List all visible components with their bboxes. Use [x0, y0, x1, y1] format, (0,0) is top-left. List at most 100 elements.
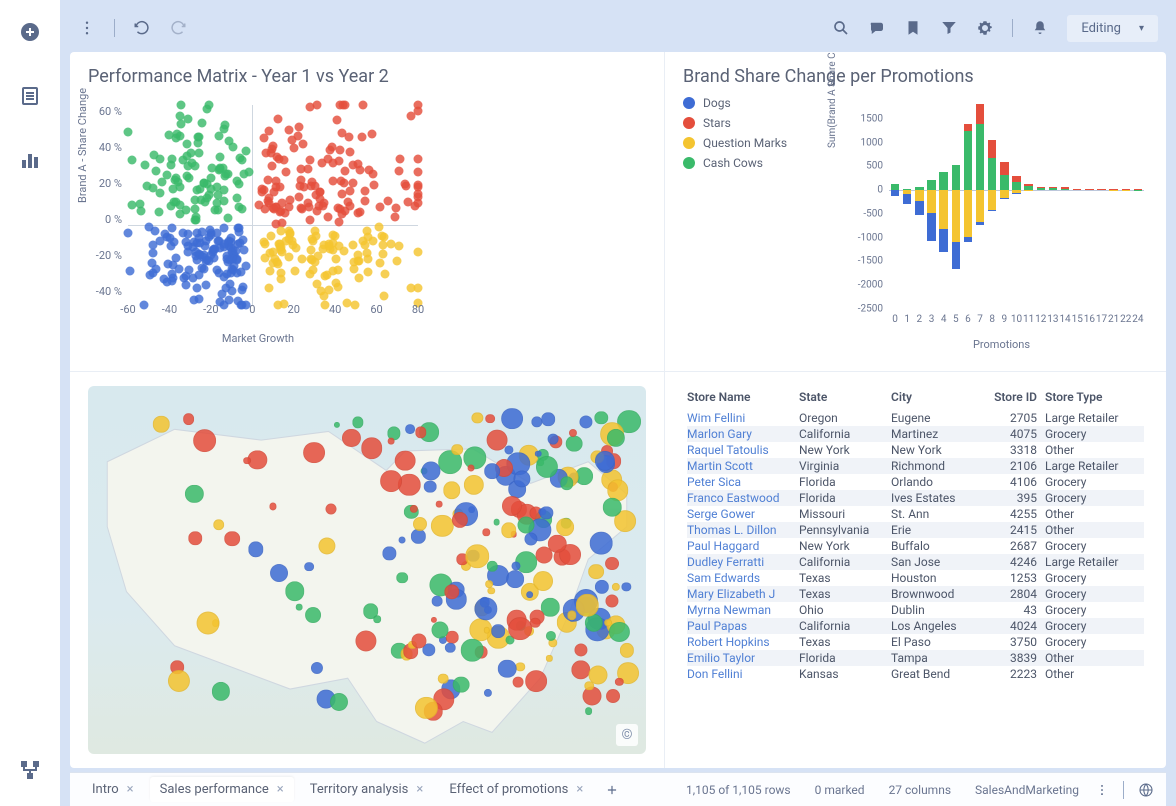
scatter-point[interactable] [308, 255, 317, 264]
scatter-point[interactable] [214, 131, 223, 140]
bar-segment[interactable] [1037, 187, 1046, 188]
bar-panel[interactable]: Brand Share Change per Promotions DogsSt… [665, 52, 1166, 372]
scatter-point[interactable] [233, 223, 242, 232]
scatter-point[interactable] [295, 181, 304, 190]
scatter-point[interactable] [216, 153, 225, 162]
scatter-point[interactable] [394, 167, 403, 176]
scatter-point[interactable] [303, 164, 312, 173]
scatter-point[interactable] [204, 233, 213, 242]
table-row[interactable]: Dudley FerrattiCaliforniaSan Jose4246Lar… [687, 554, 1144, 570]
scatter-point[interactable] [333, 115, 342, 124]
scatter-point[interactable] [280, 209, 289, 218]
bar-segment[interactable] [1073, 189, 1082, 190]
map-marker[interactable] [566, 435, 583, 452]
scatter-point[interactable] [355, 273, 364, 282]
scatter-point[interactable] [379, 241, 388, 250]
scatter-point[interactable] [184, 161, 193, 170]
gear-icon[interactable] [976, 19, 994, 37]
map-panel[interactable]: © [70, 372, 665, 768]
mode-dropdown[interactable]: Editing ▾ [1067, 15, 1158, 42]
scatter-point[interactable] [325, 286, 334, 295]
scatter-point[interactable] [196, 184, 205, 193]
bar-segment[interactable] [1012, 182, 1021, 191]
map-marker[interactable] [589, 564, 605, 580]
scatter-point[interactable] [332, 279, 341, 288]
comment-icon[interactable] [868, 19, 886, 37]
scatter-point[interactable] [354, 256, 363, 265]
dataset-menu-icon[interactable] [1095, 783, 1109, 797]
scatter-point[interactable] [384, 196, 393, 205]
table-row[interactable]: Sam EdwardsTexasHouston1253Grocery [687, 570, 1144, 586]
scatter-point[interactable] [305, 102, 314, 111]
map-marker[interactable] [303, 442, 325, 464]
bar-segment[interactable] [988, 210, 997, 211]
scatter-point[interactable] [233, 194, 242, 203]
new-tab-button[interactable] [605, 783, 619, 797]
table-row[interactable]: Robert HopkinsTexasEl Paso3750Grocery [687, 634, 1144, 650]
scatter-point[interactable] [148, 249, 157, 258]
scatter-point[interactable] [312, 279, 321, 288]
bar-segment[interactable] [1000, 162, 1009, 175]
scatter-point[interactable] [184, 242, 193, 251]
map-marker[interactable] [491, 624, 505, 638]
scatter-point[interactable] [267, 144, 276, 153]
scatter-point[interactable] [270, 204, 279, 213]
legend-item[interactable]: Cash Cows [683, 156, 787, 170]
map-marker[interactable] [411, 633, 426, 648]
map-marker[interactable] [183, 413, 195, 425]
scatter-point[interactable] [285, 125, 294, 134]
bars-icon[interactable] [18, 148, 42, 172]
map-marker[interactable] [405, 424, 415, 434]
bar-segment[interactable] [976, 222, 985, 225]
scatter-point[interactable] [414, 248, 423, 257]
map-marker[interactable] [296, 604, 303, 611]
scatter-point[interactable] [339, 246, 348, 255]
map-marker[interactable] [498, 659, 517, 678]
table-row[interactable]: Martin ScottVirginiaRichmond2106Large Re… [687, 458, 1144, 474]
scatter-point[interactable] [229, 143, 238, 152]
scatter-point[interactable] [168, 184, 177, 193]
table-row[interactable]: Franco EastwoodFloridaIves Estates395Gro… [687, 490, 1144, 506]
map-marker[interactable] [305, 607, 321, 623]
map-marker[interactable] [396, 572, 408, 584]
map-marker[interactable] [506, 570, 524, 588]
scatter-point[interactable] [242, 262, 251, 271]
scatter-point[interactable] [287, 135, 296, 144]
scatter-point[interactable] [414, 181, 423, 190]
bar-segment[interactable] [1049, 188, 1058, 190]
scatter-point[interactable] [168, 276, 177, 285]
scatter-point[interactable] [364, 166, 373, 175]
scatter-point[interactable] [335, 156, 344, 165]
column-header[interactable]: State [799, 390, 891, 404]
table-row[interactable]: Peter SicaFloridaOrlando4106Grocery [687, 474, 1144, 490]
map-marker[interactable] [461, 639, 484, 662]
scatter-point[interactable] [345, 147, 354, 156]
scatter-point[interactable] [127, 155, 136, 164]
globe-icon[interactable] [1138, 782, 1154, 798]
map-marker[interactable] [513, 677, 524, 688]
scatter-point[interactable] [362, 249, 371, 258]
scatter-point[interactable] [192, 256, 201, 265]
map-marker[interactable] [557, 518, 575, 536]
scatter-point[interactable] [337, 190, 346, 199]
scatter-point[interactable] [277, 269, 286, 278]
scatter-point[interactable] [361, 196, 370, 205]
dataset-name[interactable]: SalesAndMarketing [975, 783, 1079, 797]
scatter-point[interactable] [163, 171, 172, 180]
scatter-point[interactable] [220, 197, 229, 206]
scatter-point[interactable] [220, 185, 229, 194]
scatter-point[interactable] [291, 267, 300, 276]
map-marker[interactable] [244, 457, 252, 465]
map-marker[interactable] [501, 408, 523, 430]
scatter-point[interactable] [173, 130, 182, 139]
scatter-point[interactable] [183, 139, 192, 148]
map-marker[interactable] [590, 531, 613, 554]
scatter-point[interactable] [336, 146, 345, 155]
map-marker[interactable] [373, 616, 381, 624]
scatter-point[interactable] [348, 241, 357, 250]
map-marker[interactable] [533, 571, 553, 591]
scatter-point[interactable] [414, 101, 423, 110]
scatter-point[interactable] [360, 186, 369, 195]
table-row[interactable]: Don FelliniKansasGreat Bend2223Other [687, 666, 1144, 682]
scatter-point[interactable] [176, 101, 185, 110]
